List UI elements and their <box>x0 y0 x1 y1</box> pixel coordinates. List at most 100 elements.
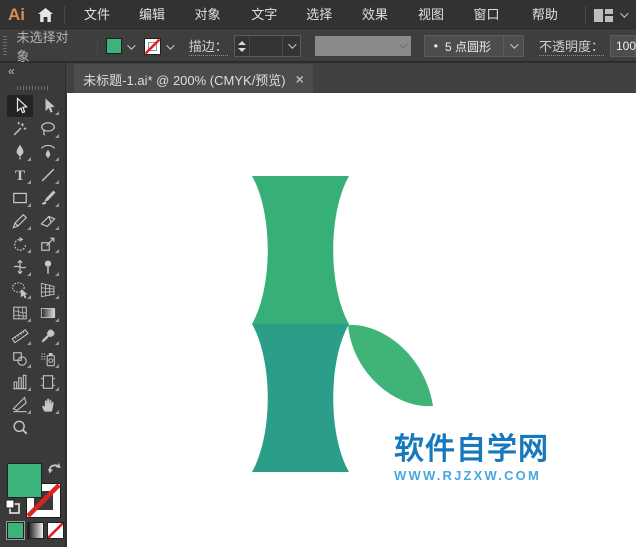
document-tab[interactable]: 未标题-1.ai* @ 200% (CMYK/预览) × <box>74 64 313 94</box>
chevron-down-icon[interactable] <box>620 9 628 17</box>
line-segment-tool[interactable] <box>35 164 61 186</box>
mesh-tool[interactable] <box>7 302 33 324</box>
close-icon[interactable]: × <box>296 71 304 87</box>
rectangle-icon <box>10 188 30 208</box>
type-tool[interactable]: T <box>7 164 33 186</box>
eraser-icon <box>38 211 58 231</box>
stroke-label[interactable]: 描边： <box>189 36 228 56</box>
chevron-down-icon[interactable] <box>166 41 174 49</box>
opacity-label[interactable]: 不透明度： <box>539 36 604 56</box>
curvature-tool[interactable] <box>35 141 61 163</box>
fill-color-control[interactable] <box>106 37 138 55</box>
menubar-divider <box>64 6 65 24</box>
width-profile-label: 5 点圆形 <box>445 38 503 55</box>
menubar-item[interactable]: 选择(S) <box>295 0 351 30</box>
none-mode-button[interactable] <box>47 522 64 539</box>
watermark-title: 软件自学网 <box>394 434 616 466</box>
rectangle-tool[interactable] <box>7 187 33 209</box>
menubar-item[interactable]: 帮助(H) <box>521 0 577 30</box>
column-graph-icon <box>10 372 30 392</box>
menubar-item[interactable]: 窗口(W) <box>463 0 521 30</box>
chevron-down-icon[interactable] <box>127 41 135 49</box>
opacity-value[interactable]: 100 <box>610 35 636 57</box>
document-tab-title: 未标题-1.ai* @ 200% (CMYK/预览) <box>83 70 285 89</box>
workspace-layout-icon[interactable] <box>594 9 613 22</box>
fill-indicator[interactable] <box>7 463 42 498</box>
panel-grip[interactable] <box>3 36 7 56</box>
paintbrush-tool[interactable] <box>35 187 61 209</box>
home-button[interactable] <box>34 4 56 26</box>
gradient-tool[interactable] <box>35 302 61 324</box>
perspective-grid-tool[interactable] <box>35 279 61 301</box>
home-icon <box>37 7 54 23</box>
pen-tool[interactable] <box>7 141 33 163</box>
stroke-weight-control[interactable] <box>234 35 301 57</box>
shape-builder-icon <box>10 280 30 300</box>
stroke-weight-stepper[interactable] <box>235 36 250 56</box>
width-profile-dropdown[interactable]: • 5 点圆形 <box>424 35 524 57</box>
perspective-grid-icon <box>38 280 58 300</box>
measure-tool[interactable] <box>7 325 33 347</box>
eyedropper-tool[interactable] <box>35 325 61 347</box>
color-mode-button[interactable] <box>7 522 24 539</box>
fill-swatch[interactable] <box>106 38 122 54</box>
magic-wand-tool[interactable] <box>7 118 33 140</box>
puppet-warp-tool[interactable] <box>35 256 61 278</box>
scale-icon <box>38 234 58 254</box>
gradient-icon <box>38 303 58 323</box>
measure-icon <box>10 326 30 346</box>
slice-tool[interactable] <box>7 394 33 416</box>
eraser-tool[interactable] <box>35 210 61 232</box>
zoom-tool[interactable] <box>7 417 33 439</box>
canvas[interactable]: 软件自学网 WWW.RJZXW.COM <box>67 93 636 547</box>
watermark-url: WWW.RJZXW.COM <box>394 468 616 483</box>
width-icon <box>10 257 30 277</box>
lasso-tool[interactable] <box>35 118 61 140</box>
type-icon: T <box>10 165 30 185</box>
tool-grid: T <box>7 95 61 440</box>
line-segment-icon <box>38 165 58 185</box>
menubar-item[interactable]: 效果(C) <box>351 0 407 30</box>
scale-tool[interactable] <box>35 233 61 255</box>
watermark: 软件自学网 WWW.RJZXW.COM <box>394 434 616 483</box>
hand-tool[interactable] <box>35 394 61 416</box>
stroke-none-swatch[interactable] <box>144 38 161 55</box>
gradient-mode-button[interactable] <box>27 522 44 539</box>
default-fill-stroke-icon[interactable] <box>5 499 20 514</box>
pen-icon <box>10 142 30 162</box>
control-bar: 未选择对象 描边： • 5 点圆形 不透明度： 100 <box>0 30 636 62</box>
puppet-warp-icon <box>38 257 58 277</box>
selection-tool[interactable] <box>7 95 33 117</box>
selection-icon <box>10 96 30 116</box>
menubar-item[interactable]: 编辑(E) <box>128 0 184 30</box>
width-tool[interactable] <box>7 256 33 278</box>
rotate-tool[interactable] <box>7 233 33 255</box>
menubar-item[interactable]: 文件(F) <box>73 0 128 30</box>
swap-fill-stroke-icon[interactable] <box>47 461 62 475</box>
mesh-icon <box>10 303 30 323</box>
symbol-sprayer-tool[interactable] <box>35 348 61 370</box>
lasso-icon <box>38 119 58 139</box>
stroke-color-control[interactable] <box>144 37 177 55</box>
direct-selection-icon <box>38 96 58 116</box>
column-graph-tool[interactable] <box>7 371 33 393</box>
menubar-item[interactable]: 视图(V) <box>407 0 463 30</box>
direct-selection-tool[interactable] <box>35 95 61 117</box>
chevron-down-icon[interactable] <box>503 36 523 56</box>
collapse-panel-icon[interactable]: « <box>8 64 14 78</box>
shape-builder-tool[interactable] <box>7 279 33 301</box>
menubar-item[interactable]: 文字(T) <box>240 0 295 30</box>
artboard-icon <box>38 372 58 392</box>
panel-grip-dots[interactable] <box>17 86 49 90</box>
bamboo-leaf <box>348 325 433 406</box>
magic-wand-icon <box>10 119 30 139</box>
empty-tool-slot <box>35 417 61 439</box>
stroke-weight-dropdown[interactable] <box>282 36 300 56</box>
blend-tool[interactable] <box>7 348 33 370</box>
pencil-tool[interactable] <box>7 210 33 232</box>
bamboo-bottom-segment <box>252 324 349 472</box>
artboard-tool[interactable] <box>35 371 61 393</box>
blend-icon <box>10 349 30 369</box>
stroke-weight-value[interactable] <box>250 36 282 56</box>
menubar-item[interactable]: 对象(O) <box>184 0 241 30</box>
